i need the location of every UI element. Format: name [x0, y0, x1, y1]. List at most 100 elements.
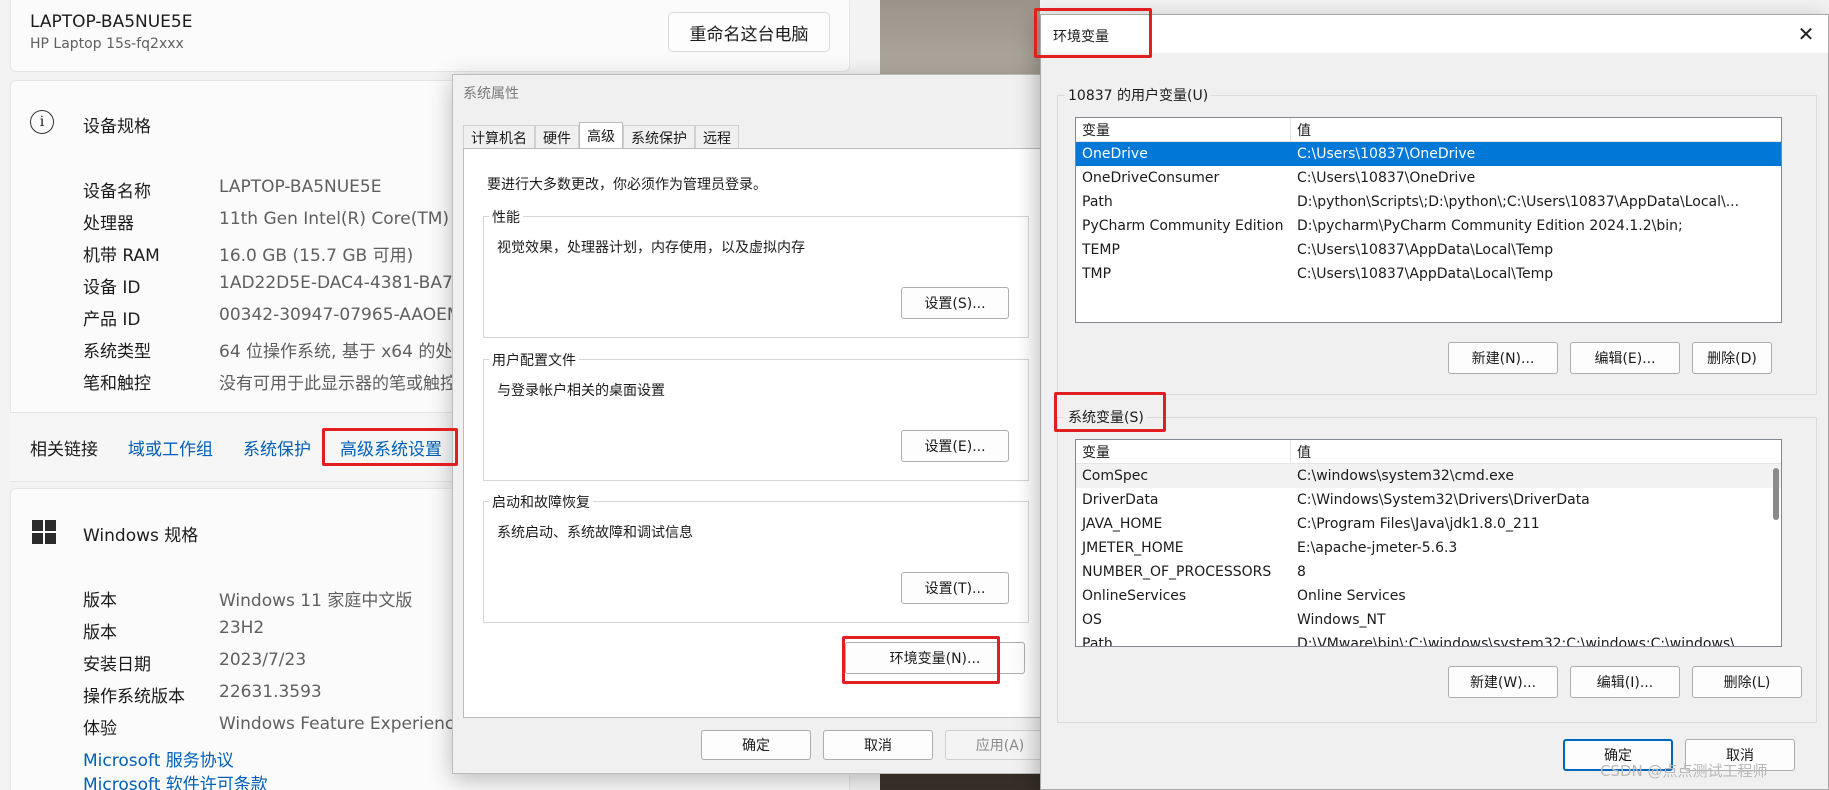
tab-strip: 计算机名 硬件 高级 系统保护 远程 — [463, 122, 739, 149]
table-row[interactable]: TMP C:\Users\10837\AppData\Local\Temp — [1076, 262, 1781, 286]
table-row[interactable]: OnlineServices Online Services — [1076, 584, 1781, 608]
table-row[interactable]: JAVA_HOME C:\Program Files\Java\jdk1.8.0_… — [1076, 512, 1781, 536]
spec-row: 设备 ID 1AD22D5E-DAC4-4381-BA7D-E — [83, 273, 483, 298]
system-protection-link[interactable]: 系统保护 — [243, 435, 311, 460]
col-value[interactable]: 值 — [1291, 118, 1311, 141]
user-profiles-settings-button[interactable]: 设置(E)... — [901, 430, 1009, 462]
table-row[interactable]: DriverData C:\Windows\System32\Drivers\Dr… — [1076, 488, 1781, 512]
table-row[interactable]: ComSpec C:\windows\system32\cmd.exe — [1076, 464, 1781, 488]
var-value: D:\VMware\bin\;C:\windows\system32;C:\wi… — [1297, 636, 1749, 647]
spec-key: 机带 RAM — [83, 246, 160, 266]
close-icon[interactable]: ✕ — [1784, 15, 1828, 53]
var-name: OS — [1082, 612, 1102, 628]
var-name: NUMBER_OF_PROCESSORS — [1082, 564, 1272, 580]
system-edit-button[interactable]: 编辑(I)... — [1570, 666, 1680, 698]
spec-key: 产品 ID — [83, 310, 141, 330]
var-value: C:\Users\10837\OneDrive — [1297, 170, 1476, 186]
spec-row: 机带 RAM 16.0 GB (15.7 GB 可用) — [83, 241, 413, 266]
spec-key: 操作系统版本 — [83, 687, 185, 707]
environment-variables-button[interactable]: 环境变量(N)... — [845, 642, 1025, 674]
table-row[interactable]: OneDrive C:\Users\10837\OneDrive — [1076, 142, 1781, 166]
var-name: Path — [1082, 194, 1113, 210]
table-row[interactable]: OS Windows_NT — [1076, 608, 1781, 632]
system-vars-label: 系统变量(S) — [1065, 407, 1147, 427]
info-icon: i — [30, 110, 54, 134]
cancel-button[interactable]: 取消 — [823, 730, 933, 760]
var-value: C:\Users\10837\OneDrive — [1297, 146, 1476, 162]
var-value: C:\Users\10837\AppData\Local\Temp — [1297, 242, 1554, 258]
table-row[interactable]: JMETER_HOME E:\apache-jmeter-5.6.3 — [1076, 536, 1781, 560]
spec-row: 版本 23H2 — [83, 618, 264, 643]
system-vars-table[interactable]: 变量 值 ComSpec C:\windows\system32\cmd.exe … — [1075, 439, 1782, 647]
var-value: E:\apache-jmeter-5.6.3 — [1297, 540, 1458, 556]
var-name: Path — [1082, 636, 1113, 647]
rename-pc-button[interactable]: 重命名这台电脑 — [668, 12, 830, 52]
tab-advanced[interactable]: 高级 — [579, 122, 623, 149]
table-row[interactable]: OneDriveConsumer C:\Users\10837\OneDrive — [1076, 166, 1781, 190]
ms-license-terms-link[interactable]: Microsoft 软件许可条款 — [83, 770, 268, 790]
apply-button[interactable]: 应用(A) — [945, 730, 1055, 760]
var-name: ComSpec — [1082, 468, 1149, 484]
spec-row: 系统类型 64 位操作系统, 基于 x64 的处理 — [83, 337, 469, 362]
user-profiles-group — [483, 359, 1029, 481]
spec-key: 设备名称 — [83, 182, 151, 202]
spec-key: 设备 ID — [83, 278, 141, 298]
system-new-button[interactable]: 新建(W)... — [1448, 666, 1558, 698]
system-delete-button[interactable]: 删除(L) — [1692, 666, 1802, 698]
user-vars-table[interactable]: 变量 值 OneDrive C:\Users\10837\OneDrive One… — [1075, 117, 1782, 323]
tab-computer-name[interactable]: 计算机名 — [463, 125, 535, 149]
table-row[interactable]: Path D:\python\Scripts\;D:\python\;C:\Use… — [1076, 190, 1781, 214]
user-edit-button[interactable]: 编辑(E)... — [1570, 342, 1680, 374]
dialog-title: 系统属性 — [463, 86, 519, 102]
pc-name: LAPTOP-BA5NUE5E — [30, 12, 193, 32]
ok-button[interactable]: 确定 — [701, 730, 811, 760]
col-value[interactable]: 值 — [1291, 440, 1311, 463]
var-value: C:\Windows\System32\Drivers\DriverData — [1297, 492, 1590, 508]
var-name: DriverData — [1082, 492, 1159, 508]
var-name: TMP — [1082, 266, 1112, 282]
spec-key: 版本 — [83, 623, 117, 643]
user-delete-button[interactable]: 删除(D) — [1692, 342, 1772, 374]
table-row[interactable]: PyCharm Community Edition D:\pycharm\PyCh… — [1076, 214, 1781, 238]
table-row[interactable]: TEMP C:\Users\10837\AppData\Local\Temp — [1076, 238, 1781, 262]
spec-value: 23H2 — [219, 618, 265, 638]
spec-row: 体验 Windows Feature Experience F — [83, 714, 480, 739]
var-name: JMETER_HOME — [1082, 540, 1184, 556]
titlebar — [1041, 15, 1828, 53]
domain-workgroup-link[interactable]: 域或工作组 — [128, 435, 213, 460]
advanced-system-settings-link[interactable]: 高级系统设置 — [340, 435, 442, 460]
var-value: C:\Users\10837\AppData\Local\Temp — [1297, 266, 1554, 282]
var-value: D:\pycharm\PyCharm Community Edition 202… — [1297, 218, 1683, 234]
spec-key: 版本 — [83, 591, 117, 611]
var-value: C:\windows\system32\cmd.exe — [1297, 468, 1514, 484]
performance-label: 性能 — [489, 207, 523, 227]
spec-row: 笔和触控 没有可用于此显示器的笔或触控 — [83, 369, 457, 394]
spec-value: 00342-30947-07965-AAOEM — [219, 305, 462, 325]
tab-system-protection[interactable]: 系统保护 — [623, 125, 695, 149]
table-header: 变量 值 — [1076, 118, 1781, 142]
device-spec-title: 设备规格 — [83, 117, 151, 137]
user-profiles-label: 用户配置文件 — [489, 350, 579, 370]
windows-spec-title: Windows 规格 — [83, 526, 199, 546]
spec-row: 处理器 11th Gen Intel(R) Core(TM) i5-1 — [83, 209, 487, 234]
dialog-title: 环境变量 — [1053, 29, 1109, 45]
table-row[interactable]: Path D:\VMware\bin\;C:\windows\system32;C… — [1076, 632, 1781, 647]
user-new-button[interactable]: 新建(N)... — [1448, 342, 1558, 374]
spec-value: 11th Gen Intel(R) Core(TM) i5-1 — [219, 209, 487, 229]
ms-service-agreement-link[interactable]: Microsoft 服务协议 — [83, 746, 234, 771]
performance-settings-button[interactable]: 设置(S)... — [901, 287, 1009, 319]
spec-value: 1AD22D5E-DAC4-4381-BA7D-E — [219, 273, 483, 293]
tab-remote[interactable]: 远程 — [695, 125, 739, 149]
col-variable[interactable]: 变量 — [1076, 118, 1291, 141]
col-variable[interactable]: 变量 — [1076, 440, 1291, 463]
spec-value: LAPTOP-BA5NUE5E — [219, 177, 382, 197]
performance-group — [483, 216, 1029, 338]
spec-value: 2023/7/23 — [219, 650, 307, 670]
scrollbar-thumb[interactable] — [1773, 468, 1779, 520]
spec-row: 设备名称 LAPTOP-BA5NUE5E — [83, 177, 381, 202]
tab-hardware[interactable]: 硬件 — [535, 125, 579, 149]
var-name: TEMP — [1082, 242, 1120, 258]
table-row[interactable]: NUMBER_OF_PROCESSORS 8 — [1076, 560, 1781, 584]
admin-note: 要进行大多数更改，你必须作为管理员登录。 — [487, 177, 767, 193]
startup-recovery-settings-button[interactable]: 设置(T)... — [901, 572, 1009, 604]
